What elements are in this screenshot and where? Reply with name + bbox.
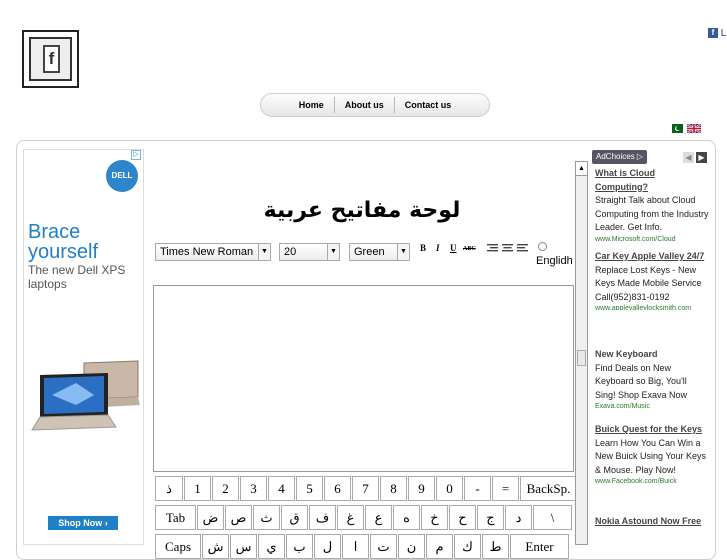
chevron-down-icon: ▼ — [397, 244, 409, 260]
nav-about[interactable]: About us — [335, 97, 395, 113]
align-icons[interactable] — [487, 243, 531, 253]
font-size-select[interactable]: 20 ▼ — [279, 243, 340, 261]
ad-subline: The new Dell XPS laptops — [28, 263, 126, 291]
scroll-thumb[interactable] — [577, 350, 586, 366]
key[interactable]: خ — [421, 505, 448, 530]
font-family-select[interactable]: Times New Roman ▼ — [155, 243, 271, 261]
key[interactable]: ث — [253, 505, 280, 530]
key[interactable]: 4 — [268, 476, 295, 501]
key[interactable]: ت — [370, 534, 397, 559]
pakistan-flag-icon[interactable] — [669, 124, 683, 133]
page-title: لوحة مفاتيح عربية — [263, 198, 461, 223]
key[interactable]: ا — [342, 534, 369, 559]
key[interactable]: \ — [533, 505, 572, 530]
key[interactable]: 9 — [408, 476, 435, 501]
scroll-up-icon[interactable]: ▲ — [576, 162, 587, 176]
key[interactable]: ج — [477, 505, 504, 530]
key[interactable]: 0 — [436, 476, 463, 501]
key[interactable]: ف — [309, 505, 336, 530]
key[interactable]: ن — [398, 534, 425, 559]
key[interactable]: = — [492, 476, 519, 501]
italic-button[interactable]: I — [436, 243, 440, 253]
key[interactable]: ص — [225, 505, 252, 530]
enter-key[interactable]: Enter — [510, 534, 569, 559]
text-ads-sidebar: AdChoices ▷ ◀ ▶ What is Cloud Computing?… — [591, 149, 711, 545]
ad-headline: Brace yourself — [28, 221, 99, 263]
strikethrough-button[interactable]: ABC — [463, 246, 476, 252]
site-logo[interactable]: f — [22, 30, 79, 88]
key[interactable]: س — [230, 534, 257, 559]
align-center-icon — [502, 244, 513, 252]
ad-item[interactable]: What is Cloud Computing? Straight Talk a… — [595, 167, 709, 245]
tab-key[interactable]: Tab — [155, 505, 196, 530]
align-left-icon — [517, 244, 528, 252]
key[interactable]: ق — [281, 505, 308, 530]
english-label: Englidh — [536, 255, 573, 267]
key[interactable]: 2 — [212, 476, 239, 501]
key[interactable]: 1 — [184, 476, 211, 501]
shop-now-button[interactable]: Shop Now › — [48, 516, 118, 530]
font-color-select[interactable]: Green ▼ — [349, 243, 410, 261]
key[interactable]: م — [426, 534, 453, 559]
key[interactable]: ض — [197, 505, 224, 530]
key[interactable]: د — [505, 505, 532, 530]
keyboard-row-2: Tab ض ص ث ق ف غ ع ه خ ح ج د \ — [155, 505, 573, 530]
ad-item[interactable]: Car Key Apple Valley 24/7 Replace Lost K… — [595, 250, 709, 310]
backspace-key[interactable]: BackSp. — [520, 476, 577, 501]
key[interactable]: ح — [449, 505, 476, 530]
key[interactable]: ك — [454, 534, 481, 559]
language-flags — [669, 124, 701, 133]
key[interactable]: ب — [286, 534, 313, 559]
underline-button[interactable]: U — [450, 243, 457, 253]
main-nav: Home About us Contact us — [260, 93, 490, 117]
facebook-icon: f — [708, 28, 718, 38]
key[interactable]: ع — [365, 505, 392, 530]
keyboard-row-1: ذ 1 2 3 4 5 6 7 8 9 0 - = BackSp. — [155, 476, 578, 501]
keyboard-row-3: Caps ش س ي ب ل ا ت ن م ك ط Enter — [155, 534, 570, 559]
chevron-down-icon: ▼ — [258, 244, 270, 260]
laptop-image — [31, 360, 140, 431]
key[interactable]: غ — [337, 505, 364, 530]
key[interactable]: - — [464, 476, 491, 501]
english-radio[interactable] — [538, 242, 547, 251]
key[interactable]: 6 — [324, 476, 351, 501]
caps-key[interactable]: Caps — [155, 534, 201, 559]
key[interactable]: ي — [258, 534, 285, 559]
key[interactable]: 7 — [352, 476, 379, 501]
chevron-down-icon: ▼ — [327, 244, 339, 260]
key[interactable]: ه — [393, 505, 420, 530]
key[interactable]: ش — [202, 534, 229, 559]
dell-ad-banner[interactable]: ▷ DELL Brace yourself The new Dell XPS l… — [23, 149, 144, 545]
bold-button[interactable]: B — [420, 243, 426, 253]
ad-item[interactable]: New Keyboard Find Deals on New Keyboard … — [595, 348, 709, 412]
adchoices-label[interactable]: AdChoices ▷ — [592, 150, 648, 164]
text-editor[interactable] — [153, 285, 574, 472]
key[interactable]: ط — [482, 534, 509, 559]
key[interactable]: 8 — [380, 476, 407, 501]
key[interactable]: 3 — [240, 476, 267, 501]
key[interactable]: ذ — [155, 476, 183, 501]
vertical-scrollbar[interactable]: ▲ — [575, 161, 588, 545]
nav-home[interactable]: Home — [289, 97, 335, 113]
uk-flag-icon[interactable] — [687, 124, 701, 133]
chevron-right-icon[interactable]: ▶ — [696, 152, 707, 163]
adchoices-triangle-icon[interactable]: ▷ — [131, 150, 141, 160]
chevron-left-icon[interactable]: ◀ — [683, 152, 694, 163]
align-right-icon — [487, 244, 498, 252]
facebook-like-widget[interactable]: f L — [708, 28, 727, 41]
ad-item[interactable]: Nokia Astound Now Free — [595, 515, 709, 529]
key[interactable]: 5 — [296, 476, 323, 501]
nav-contact[interactable]: Contact us — [395, 97, 462, 113]
ad-item[interactable]: Buick Quest for the Keys Learn How You C… — [595, 423, 709, 483]
f-logo-icon: f — [43, 45, 60, 73]
key[interactable]: ل — [314, 534, 341, 559]
dell-logo: DELL — [106, 160, 138, 192]
